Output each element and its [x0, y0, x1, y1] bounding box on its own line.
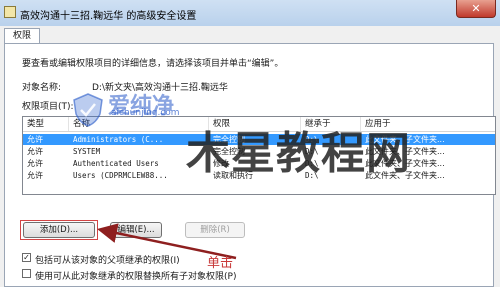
replace-child-permissions-label: 使用可从此对象继承的权限替换所有子对象权限(P) — [35, 272, 237, 282]
inherit-permissions-checkbox[interactable]: ✓ — [22, 253, 31, 262]
annotation-arrow — [97, 223, 237, 260]
inherit-permissions-label: 包括可从该对象的父项继承的权限(I) — [35, 256, 180, 266]
replace-child-permissions-checkbox[interactable] — [22, 269, 31, 278]
